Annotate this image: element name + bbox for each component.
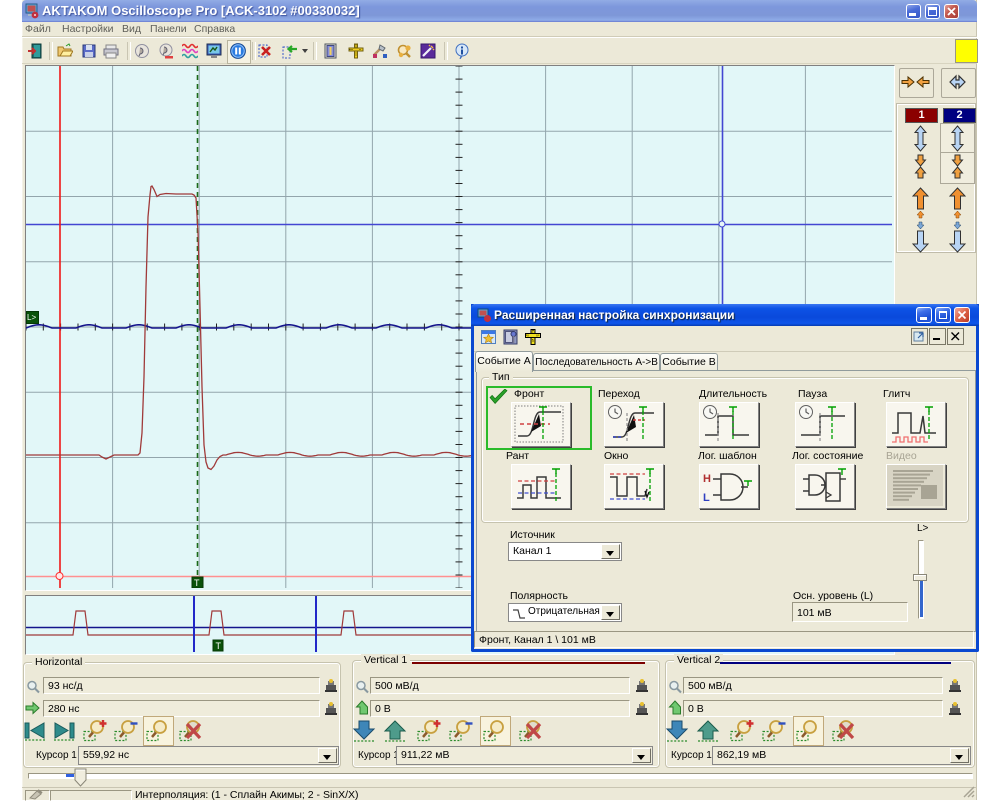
svg-text:T: T xyxy=(216,641,222,651)
svg-text:H: H xyxy=(703,473,711,485)
svg-text:T: T xyxy=(194,578,200,588)
svg-text:L: L xyxy=(703,492,710,504)
